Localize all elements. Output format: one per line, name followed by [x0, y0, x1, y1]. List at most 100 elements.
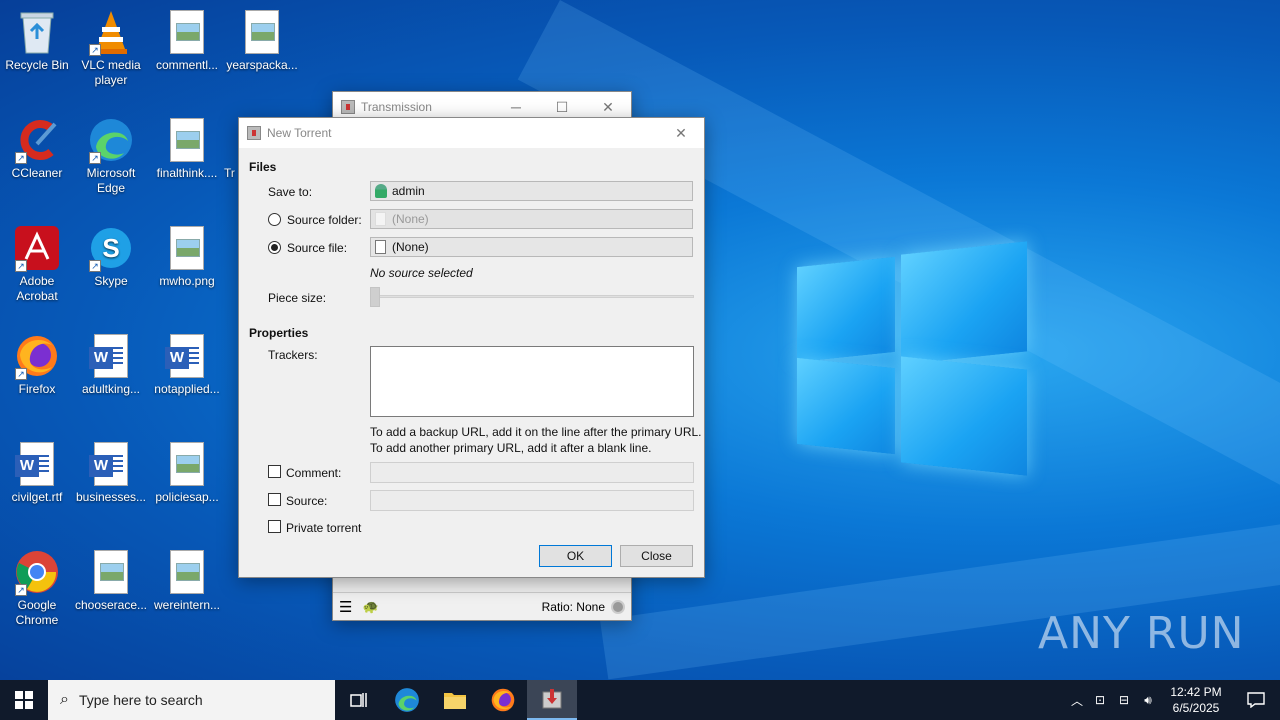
icon-label: wereintern... — [153, 598, 221, 612]
icon-label: VLC media player — [81, 58, 141, 87]
desktop-icon-partial[interactable]: Tr — [224, 116, 238, 181]
image-file-icon — [170, 118, 204, 162]
search-placeholder: Type here to search — [78, 692, 203, 708]
close-dialog-button[interactable]: Close — [620, 545, 693, 567]
icon-label: Skype — [94, 274, 128, 288]
taskbar-firefox[interactable] — [479, 680, 527, 720]
notification-icon — [1247, 692, 1265, 708]
source-folder-field[interactable]: (None) — [370, 209, 693, 229]
ccleaner-icon: ↗ — [13, 116, 61, 164]
volume-icon[interactable]: 🔊︎ — [1136, 693, 1160, 708]
firefox-icon: ↗ — [13, 332, 61, 380]
comment-field[interactable] — [370, 462, 694, 483]
desktop-icon-word-doc[interactable]: W businesses... — [74, 440, 148, 505]
desktop-icon-file[interactable]: wereintern... — [150, 548, 224, 613]
desktop-icon-vlc[interactable]: ↗ VLC media player — [74, 8, 148, 88]
ok-button[interactable]: OK — [539, 545, 612, 567]
desktop-icon-file[interactable]: mwho.png — [150, 224, 224, 289]
icon-label: notapplied... — [154, 382, 220, 396]
menu-icon[interactable]: ☰ — [339, 598, 352, 616]
piece-size-slider[interactable] — [370, 287, 380, 307]
icon-label: Tr — [224, 166, 235, 180]
ratio-label[interactable]: Ratio: None — [542, 600, 605, 614]
desktop-icon-edge[interactable]: ↗ Microsoft Edge — [74, 116, 148, 196]
task-view-button[interactable] — [335, 680, 383, 720]
vlc-cone-icon: ↗ — [87, 8, 135, 56]
acrobat-icon: ↗ — [13, 224, 61, 272]
desktop-icon-word-doc[interactable]: W civilget.rtf — [0, 440, 74, 505]
icon-label: civilget.rtf — [11, 490, 63, 504]
taskbar-edge[interactable] — [383, 680, 431, 720]
edge-icon: ↗ — [87, 116, 135, 164]
desktop-icon-word-doc[interactable]: W notapplied... — [150, 332, 224, 397]
taskbar-transmission[interactable] — [527, 680, 577, 720]
user-folder-icon — [375, 184, 387, 198]
files-heading: Files — [249, 160, 277, 174]
transmission-app-icon — [341, 100, 355, 114]
ratio-icon[interactable] — [611, 599, 625, 614]
desktop-icon-ccleaner[interactable]: ↗ CCleaner — [0, 116, 74, 181]
action-center-button[interactable] — [1232, 692, 1280, 708]
desktop-icon-acrobat[interactable]: ↗ Adobe Acrobat — [0, 224, 74, 304]
desktop-icon-file[interactable]: policiesap... — [150, 440, 224, 505]
taskbar-search-box[interactable]: ⌕ Type here to search — [48, 680, 335, 720]
comment-checkbox[interactable] — [268, 465, 281, 478]
clock-date: 6/5/2025 — [1172, 701, 1220, 715]
turtle-icon[interactable]: 🐢 — [362, 599, 541, 615]
source-folder-radio[interactable] — [268, 213, 281, 226]
trackers-textarea[interactable] — [370, 346, 694, 417]
edge-icon — [395, 688, 419, 712]
start-button[interactable] — [0, 680, 48, 720]
anyrun-watermark: ANY RUN — [1038, 608, 1245, 659]
svg-text:S: S — [102, 233, 119, 263]
folder-icon — [375, 212, 386, 226]
transmission-icon — [542, 689, 562, 709]
source-file-radio[interactable] — [268, 241, 281, 254]
trackers-label: Trackers: — [268, 348, 318, 362]
desktop-icon-file[interactable]: chooserace... — [74, 548, 148, 613]
image-file-icon — [170, 10, 204, 54]
source-field[interactable] — [370, 490, 694, 511]
file-icon — [375, 240, 386, 254]
word-document-icon: W — [15, 442, 54, 486]
icon-label: chooserace... — [74, 598, 148, 612]
taskbar-clock[interactable]: 12:42 PM 6/5/2025 — [1160, 684, 1232, 716]
source-file-field[interactable]: (None) — [370, 237, 693, 257]
windows-logo-pane — [901, 356, 1027, 476]
desktop-icon-word-doc[interactable]: W adultking... — [74, 332, 148, 397]
clock-time: 12:42 PM — [1170, 685, 1222, 699]
image-file-icon — [170, 550, 204, 594]
word-document-icon: W — [89, 442, 128, 486]
taskbar-file-explorer[interactable] — [431, 680, 479, 720]
save-to-label: Save to: — [268, 185, 313, 199]
show-hidden-icons-button[interactable]: ︿ — [1066, 692, 1088, 709]
taskbar: ⌕ Type here to search ︿ ⊡ ⊟ 🔊︎ 12:42 PM … — [0, 680, 1280, 720]
desktop-icon-recycle-bin[interactable]: Recycle Bin — [0, 8, 74, 73]
tray-device-icon[interactable]: ⊡ — [1088, 693, 1112, 707]
icon-label: Microsoft Edge — [86, 166, 136, 195]
save-to-field[interactable]: admin — [370, 181, 693, 201]
chevron-up-icon: ︿ — [1070, 693, 1083, 708]
desktop-icon-chrome[interactable]: ↗ Google Chrome — [0, 548, 74, 628]
desktop-icon-file[interactable]: finalthink.... — [150, 116, 224, 181]
dialog-close-button[interactable]: ✕ — [658, 118, 704, 148]
task-view-icon — [350, 693, 367, 707]
window-title: Transmission — [361, 100, 432, 114]
firefox-icon — [491, 688, 515, 712]
icon-label: commentl... — [155, 58, 218, 72]
private-torrent-checkbox[interactable] — [268, 520, 281, 533]
network-icon[interactable]: ⊟ — [1112, 693, 1136, 707]
properties-heading: Properties — [249, 326, 309, 340]
desktop-icon-firefox[interactable]: ↗ Firefox — [0, 332, 74, 397]
windows-logo-pane — [901, 241, 1027, 365]
icon-label: Recycle Bin — [5, 58, 69, 72]
desktop-icon-file[interactable]: commentl... — [150, 8, 224, 73]
folder-icon — [444, 693, 466, 709]
comment-label: Comment: — [286, 466, 342, 480]
dialog-titlebar[interactable]: New Torrent ✕ — [239, 118, 704, 148]
desktop-icon-skype[interactable]: S ↗ Skype — [74, 224, 148, 289]
windows-logo-pane — [797, 256, 895, 363]
source-checkbox[interactable] — [268, 493, 281, 506]
desktop-icon-file[interactable]: yearspacka... — [225, 8, 299, 73]
no-source-text: No source selected — [370, 266, 473, 280]
